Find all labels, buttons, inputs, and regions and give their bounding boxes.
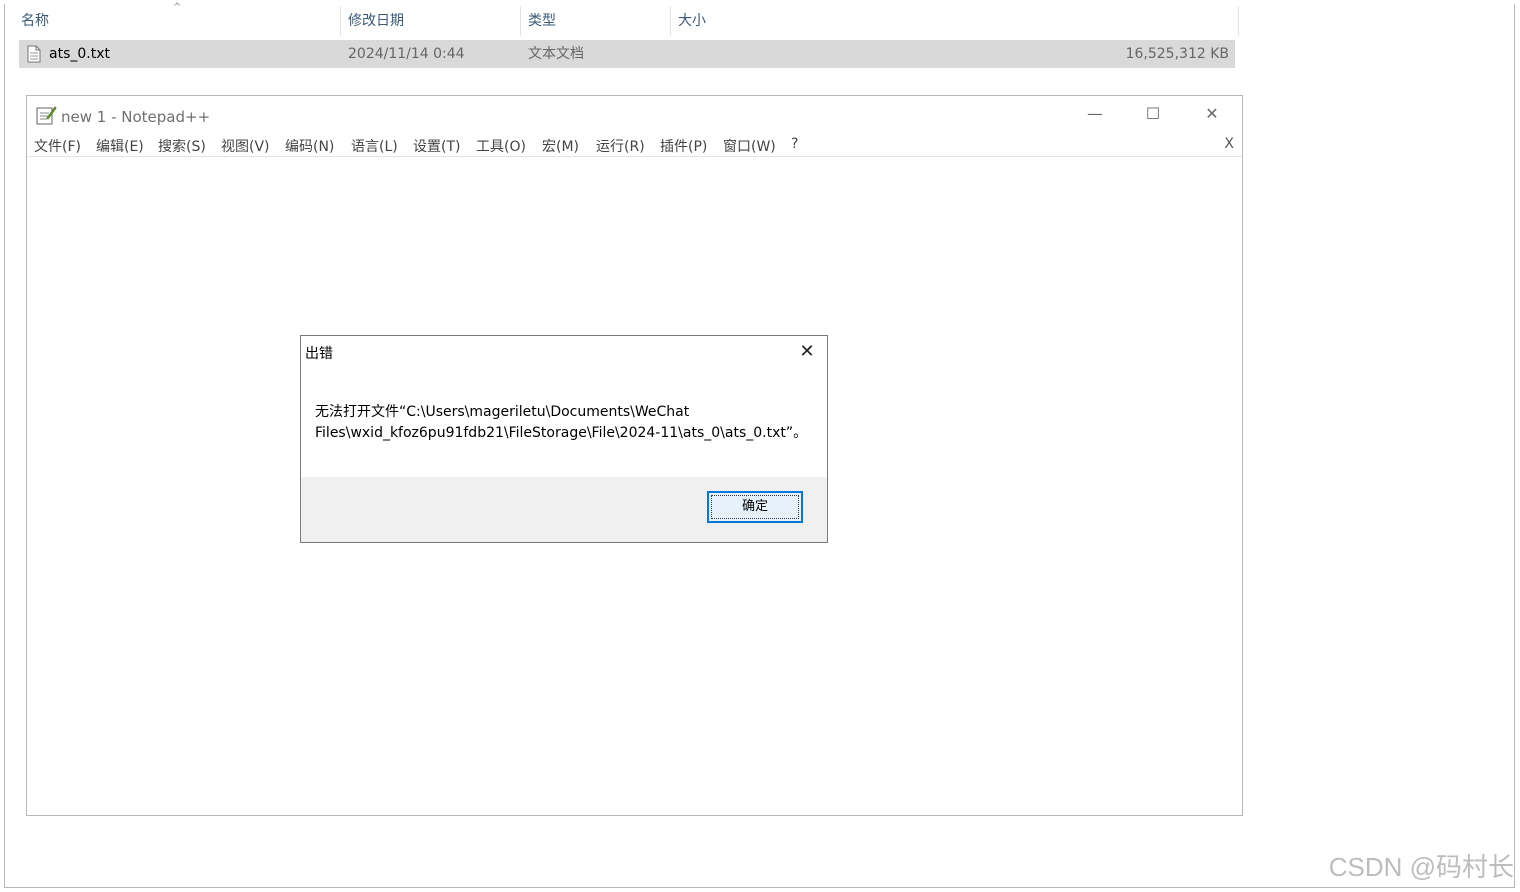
menu-plugins[interactable]: 插件(P) [660,136,707,156]
menu-window[interactable]: 窗口(W) [723,136,776,156]
file-row[interactable]: ats_0.txt 2024/11/14 0:44 文本文档 16,525,31… [19,40,1235,68]
menu-search[interactable]: 搜索(S) [158,136,206,156]
minimize-button[interactable]: — [1075,102,1115,126]
menu-language[interactable]: 语言(L) [351,136,398,156]
menu-run[interactable]: 运行(R) [596,136,645,156]
focus-rectangle [711,495,799,519]
file-type: 文本文档 [528,46,584,62]
column-header-size[interactable]: 大小 [678,4,706,38]
column-header-modified[interactable]: 修改日期 [348,4,404,38]
menu-view[interactable]: 视图(V) [221,136,270,156]
close-document-button[interactable]: X [1224,136,1234,152]
column-header-type[interactable]: 类型 [528,4,556,38]
menu-tools[interactable]: 工具(O) [476,136,526,156]
dialog-title: 出错 [305,346,333,362]
text-file-icon [27,45,41,73]
menu-encoding[interactable]: 编码(N) [285,136,334,156]
dialog-footer: 确定 [301,477,827,542]
column-separator[interactable] [1238,6,1239,36]
menu-bar: 文件(F) 编辑(E) 搜索(S) 视图(V) 编码(N) 语言(L) 设置(T… [27,132,1242,157]
menu-settings[interactable]: 设置(T) [413,136,460,156]
error-message-line: Files\wxid_kfoz6pu91fdb21\FileStorage\Fi… [315,425,808,441]
notepad-app-icon [35,104,57,130]
menu-macro[interactable]: 宏(M) [542,136,579,156]
maximize-button[interactable]: ☐ [1133,102,1173,126]
column-separator[interactable] [340,6,341,36]
sort-ascending-icon: ^ [173,2,182,13]
menu-help[interactable]: ? [791,136,798,152]
file-modified: 2024/11/14 0:44 [348,46,465,62]
column-separator[interactable] [670,6,671,36]
close-window-button[interactable]: ✕ [1192,102,1232,126]
menu-file[interactable]: 文件(F) [34,136,81,156]
dialog-close-button[interactable]: ✕ [793,340,821,364]
window-title: new 1 - Notepad++ [61,108,211,126]
error-dialog: 出错 ✕ 无法打开文件“C:\Users\mageriletu\Document… [300,335,828,543]
error-message-line: 无法打开文件“C:\Users\mageriletu\Documents\WeC… [315,404,690,420]
column-header-name[interactable]: 名称 [21,4,49,38]
column-separator[interactable] [520,6,521,36]
file-name: ats_0.txt [49,46,110,62]
file-size: 16,525,312 KB [1125,46,1229,62]
ok-button[interactable]: 确定 [707,491,803,523]
error-message: 无法打开文件“C:\Users\mageriletu\Documents\WeC… [315,402,815,444]
watermark: CSDN @码村长 [1328,852,1514,882]
menu-edit[interactable]: 编辑(E) [96,136,144,156]
